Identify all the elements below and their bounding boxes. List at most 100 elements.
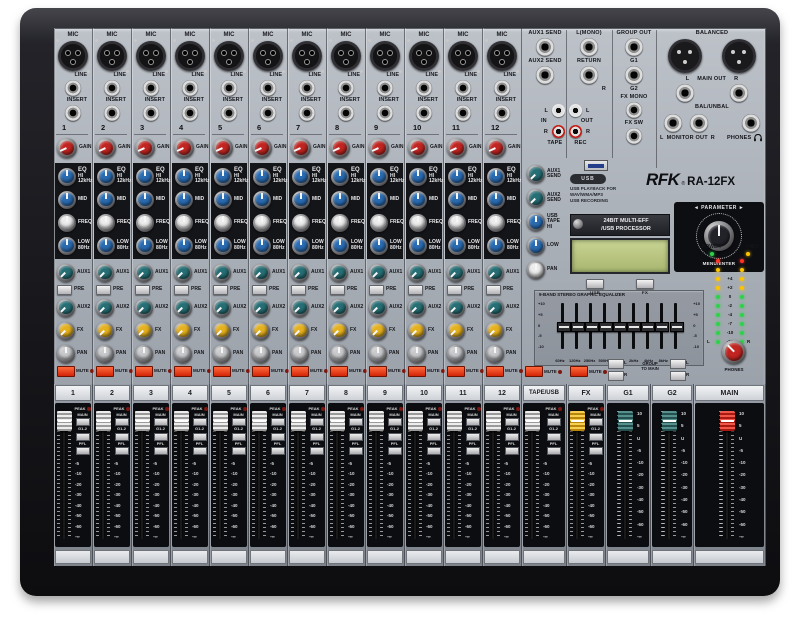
group-assign-button[interactable] <box>193 433 207 441</box>
eq-low-knob[interactable] <box>409 237 427 255</box>
fader-cap[interactable] <box>252 411 267 431</box>
geq-slider-cap[interactable] <box>585 322 599 332</box>
pfl-button[interactable] <box>505 447 519 455</box>
pfl-button[interactable] <box>76 447 90 455</box>
tape-usb-mute-button[interactable] <box>525 366 543 377</box>
fx-knob[interactable] <box>96 322 114 340</box>
pre-button[interactable] <box>174 285 189 295</box>
g1-to-main-r-button[interactable] <box>608 371 624 381</box>
geq-slider-2khz[interactable] <box>632 303 635 349</box>
aux1-knob[interactable] <box>174 264 192 282</box>
aux2-knob[interactable] <box>447 299 465 317</box>
fader-cap[interactable] <box>135 411 150 431</box>
eq-freq-knob[interactable] <box>58 214 76 232</box>
pfl-button[interactable] <box>427 447 441 455</box>
master-knob-aux1-send[interactable] <box>527 165 545 183</box>
geq-slider-1khz[interactable] <box>618 303 621 349</box>
main-button[interactable] <box>193 418 207 426</box>
gain-knob[interactable] <box>252 138 272 158</box>
fx-knob[interactable] <box>486 322 504 340</box>
main-button[interactable] <box>427 418 441 426</box>
eq-freq-knob[interactable] <box>136 214 154 232</box>
eq-freq-knob[interactable] <box>331 214 349 232</box>
master-knob-low[interactable] <box>527 237 545 255</box>
eq-hi-knob[interactable] <box>409 168 427 186</box>
pre-button[interactable] <box>408 285 423 295</box>
fader-cap[interactable] <box>291 411 306 431</box>
g2-to-main-l-button[interactable] <box>670 359 686 369</box>
pfl-button[interactable] <box>154 447 168 455</box>
main-button[interactable] <box>466 418 480 426</box>
eq-low-knob[interactable] <box>331 237 349 255</box>
pre-button[interactable] <box>486 285 501 295</box>
fader-cap[interactable] <box>618 411 633 431</box>
mute-button[interactable] <box>291 366 309 377</box>
eq-freq-knob[interactable] <box>448 214 466 232</box>
eq-freq-knob[interactable] <box>253 214 271 232</box>
eq-mid-knob[interactable] <box>292 191 310 209</box>
pfl-button[interactable] <box>466 447 480 455</box>
pfl-button[interactable] <box>589 447 603 455</box>
eq-mid-knob[interactable] <box>97 191 115 209</box>
pfl-button[interactable] <box>193 447 207 455</box>
fx-knob[interactable] <box>57 322 75 340</box>
eq-mid-knob[interactable] <box>214 191 232 209</box>
eq-hi-knob[interactable] <box>97 168 115 186</box>
group-assign-button[interactable] <box>388 433 402 441</box>
fx-knob[interactable] <box>291 322 309 340</box>
eq-hi-knob[interactable] <box>253 168 271 186</box>
aux1-knob[interactable] <box>252 264 270 282</box>
geq-slider-cap[interactable] <box>571 322 585 332</box>
gain-knob[interactable] <box>369 138 389 158</box>
main-button[interactable] <box>349 418 363 426</box>
eq-mid-knob[interactable] <box>370 191 388 209</box>
pre-button[interactable] <box>96 285 111 295</box>
main-button[interactable] <box>547 418 561 426</box>
mute-button[interactable] <box>447 366 465 377</box>
eq-low-knob[interactable] <box>58 237 76 255</box>
aux2-knob[interactable] <box>408 299 426 317</box>
group-assign-button[interactable] <box>76 433 90 441</box>
pan-knob[interactable] <box>252 345 270 363</box>
aux1-knob[interactable] <box>330 264 348 282</box>
geq-slider-60hz[interactable] <box>561 303 564 349</box>
geq-slider-120hz[interactable] <box>575 303 578 349</box>
main-button[interactable] <box>76 418 90 426</box>
gain-knob[interactable] <box>174 138 194 158</box>
gain-knob[interactable] <box>291 138 311 158</box>
pre-button[interactable] <box>135 285 150 295</box>
eq-hi-knob[interactable] <box>487 168 505 186</box>
mute-button[interactable] <box>252 366 270 377</box>
aux2-knob[interactable] <box>369 299 387 317</box>
geq-slider-cap[interactable] <box>557 322 571 332</box>
fader-cap[interactable] <box>96 411 111 431</box>
gain-knob[interactable] <box>408 138 428 158</box>
fx-knob[interactable] <box>174 322 192 340</box>
eq-freq-knob[interactable] <box>409 214 427 232</box>
gain-knob[interactable] <box>213 138 233 158</box>
fx-select-button[interactable] <box>636 279 654 289</box>
group-assign-button[interactable] <box>547 433 561 441</box>
mute-button[interactable] <box>369 366 387 377</box>
eq-mid-knob[interactable] <box>487 191 505 209</box>
eq-hi-knob[interactable] <box>175 168 193 186</box>
fader-cap[interactable] <box>330 411 345 431</box>
eq-mid-knob[interactable] <box>175 191 193 209</box>
mute-button[interactable] <box>330 366 348 377</box>
eq-low-knob[interactable] <box>487 237 505 255</box>
geq-slider-8khz[interactable] <box>660 303 663 349</box>
eq-freq-knob[interactable] <box>175 214 193 232</box>
fader-cap[interactable] <box>525 411 540 431</box>
mute-button[interactable] <box>57 366 75 377</box>
mute-button[interactable] <box>486 366 504 377</box>
group-assign-button[interactable] <box>427 433 441 441</box>
gain-knob[interactable] <box>57 138 77 158</box>
aux1-knob[interactable] <box>291 264 309 282</box>
aux2-knob[interactable] <box>252 299 270 317</box>
eq-hi-knob[interactable] <box>58 168 76 186</box>
fx-knob[interactable] <box>447 322 465 340</box>
pan-knob[interactable] <box>57 345 75 363</box>
master-knob-aux2-send[interactable] <box>527 189 545 207</box>
eq-low-knob[interactable] <box>214 237 232 255</box>
fx-knob[interactable] <box>135 322 153 340</box>
